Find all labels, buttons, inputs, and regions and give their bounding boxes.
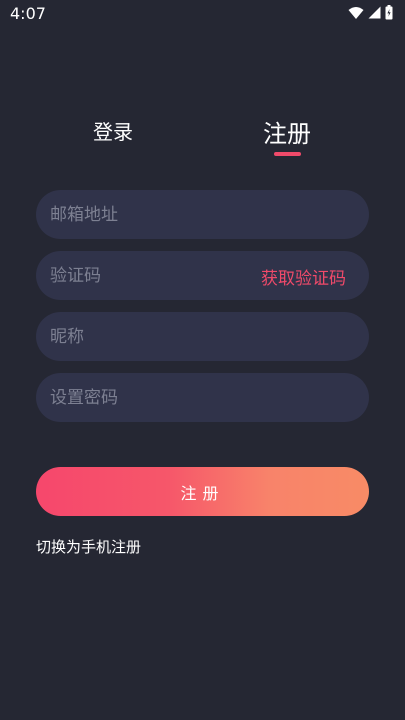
status-time: 4:07 bbox=[10, 4, 46, 23]
get-code-button[interactable]: 获取验证码 bbox=[261, 264, 346, 289]
battery-icon bbox=[385, 5, 393, 20]
switch-to-phone-register-link[interactable]: 切换为手机注册 bbox=[36, 536, 141, 557]
register-button[interactable]: 注册 bbox=[36, 467, 369, 516]
verification-code-input[interactable] bbox=[50, 251, 250, 300]
email-input[interactable] bbox=[50, 190, 250, 239]
code-field-container: 获取验证码 bbox=[36, 251, 369, 300]
cell-signal-icon bbox=[368, 6, 381, 19]
tab-register[interactable]: 注册 bbox=[263, 114, 311, 149]
status-icons bbox=[348, 5, 393, 20]
tab-login[interactable]: 登录 bbox=[93, 116, 133, 145]
nickname-field-container bbox=[36, 312, 369, 361]
password-field-container bbox=[36, 373, 369, 422]
nickname-input[interactable] bbox=[50, 312, 250, 361]
wifi-icon bbox=[348, 6, 364, 20]
password-input[interactable] bbox=[50, 373, 250, 422]
status-bar: 4:07 bbox=[0, 0, 405, 28]
register-screen: 4:07 登录 注册 邮箱地址 验证码 获取验证码 昵称 注册 切换为手机注册 bbox=[0, 0, 405, 720]
email-field-container bbox=[36, 190, 369, 239]
active-tab-indicator bbox=[274, 152, 301, 156]
